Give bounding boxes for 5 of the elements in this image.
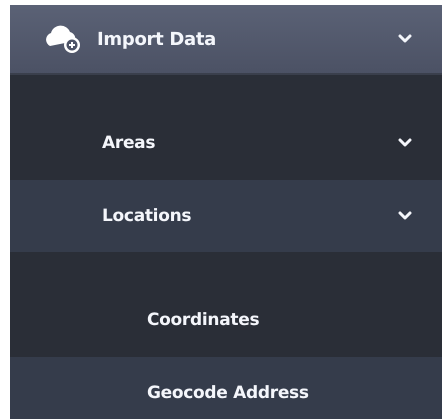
menu-item[interactable]: Locations bbox=[10, 180, 442, 252]
menu-header[interactable]: Import Data bbox=[10, 5, 442, 75]
menu-item[interactable]: Geocode Address bbox=[10, 357, 442, 419]
menu-item[interactable]: Coordinates bbox=[10, 252, 442, 357]
menu-item[interactable]: Areas bbox=[10, 75, 442, 180]
